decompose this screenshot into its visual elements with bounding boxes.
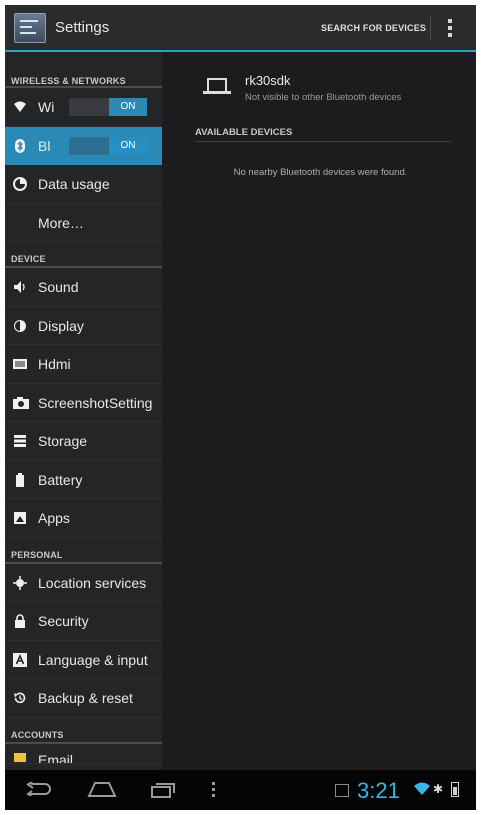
email-icon (13, 750, 27, 763)
sidebar-item-label: Wi (38, 99, 55, 115)
hdmi-icon (13, 357, 27, 371)
sidebar-item-label: Security (38, 613, 89, 629)
data-usage-icon (13, 177, 27, 191)
section-header-accounts: ACCOUNTS (5, 718, 162, 744)
sidebar-item-label: Bl (38, 137, 51, 154)
settings-app-icon[interactable] (14, 13, 46, 43)
sidebar-item-wifi[interactable]: Wi ON (5, 88, 162, 127)
page-title: Settings (55, 19, 110, 36)
sidebar-item-more[interactable]: More… (5, 204, 162, 242)
sidebar-item-label: Display (38, 317, 84, 334)
laptop-icon (207, 78, 227, 91)
sidebar-item-label: ScreenshotSetting (38, 394, 153, 411)
sidebar-item-email[interactable]: Email (5, 744, 162, 764)
sidebar-item-display[interactable]: Display (5, 307, 162, 345)
recent-apps-icon[interactable] (150, 782, 176, 798)
bluetooth-toggle-state: ON (109, 136, 147, 155)
wifi-toggle-state: ON (109, 98, 147, 116)
sidebar-item-apps[interactable]: Apps (5, 499, 162, 538)
sidebar-item-label: Sound (38, 279, 79, 295)
speaker-icon (13, 280, 27, 294)
sidebar-item-label: Email (38, 751, 74, 764)
sidebar-item-bluetooth[interactable]: Bl ON (5, 126, 162, 165)
tablet-screen: Settings SEARCH FOR DEVICES WIRELESS & N… (5, 5, 476, 810)
search-for-devices-button[interactable]: SEARCH FOR DEVICES (321, 23, 426, 33)
sidebar-item-security[interactable]: Security (5, 602, 162, 641)
bluetooth-icon (13, 138, 27, 153)
sidebar-item-storage[interactable]: Storage (5, 422, 162, 461)
wifi-icon (13, 100, 27, 114)
wifi-signal-icon (414, 782, 430, 795)
action-bar: Settings SEARCH FOR DEVICES (5, 5, 476, 52)
section-header-wireless: WIRELESS & NETWORKS (5, 52, 162, 88)
sidebar-item-data-usage[interactable]: Data usage (5, 165, 162, 204)
settings-sidebar[interactable]: WIRELESS & NETWORKS Wi ON Bl ON Data usa… (5, 52, 162, 770)
visibility-status: Not visible to other Bluetooth devices (245, 92, 402, 103)
apps-icon (13, 511, 27, 525)
section-header-device: DEVICE (5, 242, 162, 268)
display-icon (13, 319, 27, 333)
back-icon[interactable] (25, 782, 51, 796)
sidebar-item-language-input[interactable]: Language & input (5, 641, 162, 679)
sidebar-item-label: Hdmi (38, 356, 71, 372)
sidebar-item-label: Storage (38, 433, 88, 449)
sidebar-item-backup-reset[interactable]: Backup & reset (5, 679, 162, 718)
location-icon (13, 575, 27, 590)
home-icon[interactable] (87, 780, 117, 798)
battery-status-icon (451, 782, 459, 797)
sidebar-item-screenshot-setting[interactable]: ScreenshotSetting (5, 384, 162, 422)
menu-icon[interactable] (212, 782, 216, 798)
camera-icon (13, 396, 29, 410)
battery-icon (13, 472, 27, 487)
sidebar-item-label: Data usage (38, 176, 110, 192)
bluetooth-toggle[interactable]: ON (69, 136, 147, 155)
action-bar-divider (430, 15, 431, 41)
status-clock[interactable]: 3:21 (357, 778, 400, 804)
system-nav-bar: 3:21 ✱ (5, 770, 476, 810)
bluetooth-status-icon: ✱ (433, 782, 444, 796)
available-devices-header: AVAILABLE DEVICES (195, 127, 451, 142)
lock-icon (13, 614, 27, 628)
sidebar-item-location-services[interactable]: Location services (5, 564, 162, 602)
overflow-menu-icon[interactable] (445, 17, 455, 39)
no-devices-message: No nearby Bluetooth devices were found. (233, 167, 408, 178)
local-device-name[interactable]: rk30sdk (245, 73, 291, 88)
sidebar-item-battery[interactable]: Battery (5, 461, 162, 499)
sidebar-item-label: Apps (38, 510, 70, 526)
storage-icon (13, 434, 27, 448)
sidebar-item-label: More… (38, 214, 84, 231)
bluetooth-panel: rk30sdk Not visible to other Bluetooth d… (165, 52, 476, 770)
sidebar-item-label: Location services (38, 574, 147, 591)
laptop-base (203, 91, 231, 94)
wifi-toggle[interactable]: ON (69, 98, 147, 116)
sidebar-item-label: Backup & reset (38, 690, 133, 706)
section-header-personal: PERSONAL (5, 538, 162, 564)
sidebar-item-label: Language & input (38, 651, 148, 668)
backup-icon (13, 691, 27, 705)
sidebar-item-label: Battery (38, 471, 83, 488)
screenshot-notification-icon[interactable] (335, 784, 349, 797)
sidebar-item-hdmi[interactable]: Hdmi (5, 345, 162, 384)
keyboard-icon (13, 652, 27, 667)
sidebar-item-sound[interactable]: Sound (5, 268, 162, 307)
